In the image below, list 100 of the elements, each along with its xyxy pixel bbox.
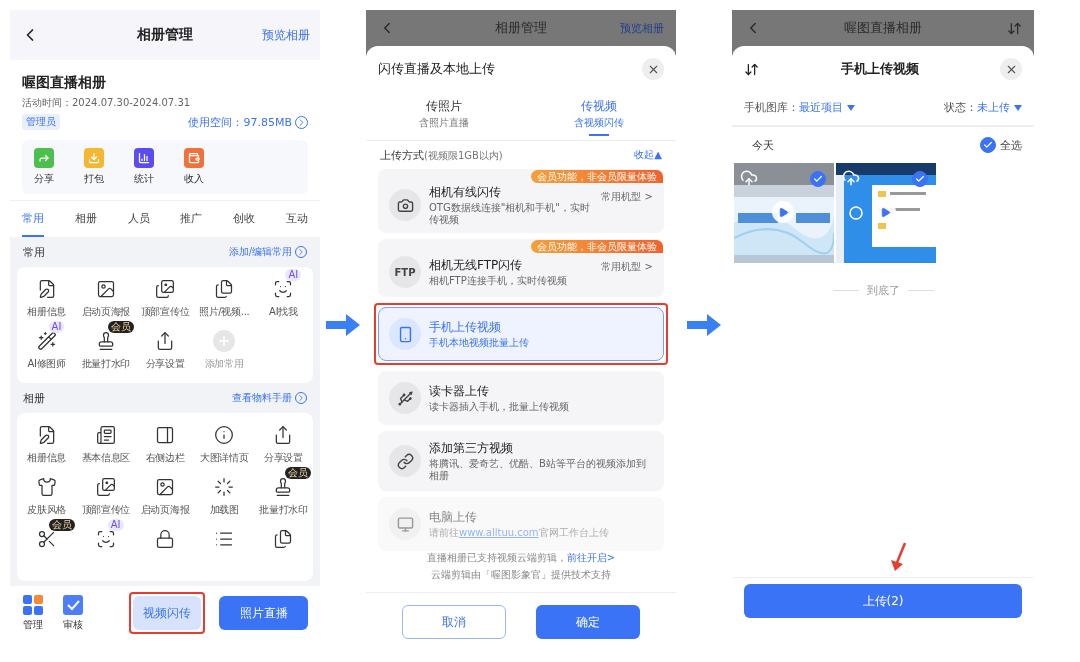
gallery-icon[interactable] bbox=[155, 279, 175, 299]
filter-dropdown[interactable]: 最近项目 bbox=[799, 100, 855, 115]
method-description: 读卡器插入手机，批量上传视频 bbox=[429, 401, 570, 413]
quick-action[interactable]: 收入 bbox=[184, 148, 204, 186]
feature-label[interactable]: 批量打水印 bbox=[259, 503, 308, 517]
cloud-edit-note: 直播相册已支持视频云端剪辑，前往开启> bbox=[426, 551, 616, 565]
files-icon[interactable] bbox=[214, 279, 235, 299]
event-time: 活动时间：2024.07.30-2024.07.31 bbox=[22, 96, 192, 110]
feature-badge: 会员 bbox=[285, 467, 312, 479]
storage-link[interactable]: 使用空间：97.85MB bbox=[188, 114, 308, 130]
upload-method[interactable]: 添加第三方视频 将腾讯、爱奇艺、优酷、B站等平台的视频添加到相册 bbox=[378, 431, 664, 491]
info-icon[interactable] bbox=[214, 425, 235, 445]
nav-item[interactable]: 审核 bbox=[58, 594, 88, 632]
section-link[interactable]: 查看物料手册 bbox=[232, 391, 307, 405]
camera-icon bbox=[396, 196, 414, 214]
quick-action[interactable]: 打包 bbox=[84, 148, 104, 186]
section-title: 上传方式(视频限1GB以内) bbox=[380, 147, 503, 163]
files-icon[interactable] bbox=[273, 529, 294, 549]
feature-badge: 会员 bbox=[48, 519, 75, 531]
member-badge: 会员功能，非会员限量体验 bbox=[531, 170, 663, 183]
face-scan-icon[interactable] bbox=[95, 529, 116, 549]
right-arrow-icon bbox=[326, 313, 360, 337]
album-name: 喔图直播相册 bbox=[22, 74, 107, 92]
upload-method[interactable]: 会员功能，非会员限量体验 FTP 相机无线FTP闪传 相机FTP连接手机，实时传视频 常用机型 > bbox=[378, 239, 664, 297]
section-title: 相册 bbox=[23, 390, 45, 406]
upload-tab[interactable]: 传照片 含照片直播 bbox=[366, 92, 521, 140]
scissors-icon[interactable] bbox=[36, 529, 57, 549]
feature-label[interactable]: 基本信息区 bbox=[81, 451, 131, 465]
feature-label[interactable]: 顶部宣传位 bbox=[140, 305, 190, 319]
poster-icon[interactable] bbox=[95, 279, 116, 299]
share-icon[interactable] bbox=[155, 331, 175, 351]
caret-icon bbox=[1014, 104, 1022, 111]
lock-icon[interactable] bbox=[155, 529, 175, 549]
method-title: 电脑上传 bbox=[429, 509, 478, 526]
models-link[interactable]: 常用机型 > bbox=[601, 260, 653, 274]
poster-icon[interactable] bbox=[155, 477, 175, 497]
close-button[interactable] bbox=[1000, 58, 1022, 80]
feature-label[interactable]: AI找我 bbox=[269, 305, 298, 319]
feature-label[interactable]: 照片/视频... bbox=[198, 305, 250, 319]
sidebar-icon[interactable] bbox=[155, 425, 175, 445]
select-all-checkbox[interactable]: 全选 bbox=[980, 137, 1022, 153]
feature-label[interactable]: 顶部宣传位 bbox=[81, 503, 131, 517]
feature-label[interactable]: 右侧边栏 bbox=[145, 451, 185, 465]
feature-label[interactable]: 相册信息 bbox=[27, 305, 66, 319]
upload-method[interactable]: 会员功能，非会员限量体验 相机有线闪传 OTG数据线连接"相机和手机"，实时传视频 常用机型 > bbox=[378, 169, 664, 233]
member-badge: 会员功能，非会员限量体验 bbox=[531, 240, 663, 253]
feature-badge: AI bbox=[285, 269, 302, 281]
enable-link[interactable]: 前往开启> bbox=[566, 552, 616, 563]
section-link[interactable]: 添加/编辑常用 bbox=[228, 245, 307, 259]
category-tab[interactable]: 人员 bbox=[127, 201, 150, 237]
sheet-title: 手机上传视频 bbox=[839, 60, 920, 78]
ftp-icon: FTP bbox=[389, 256, 421, 288]
page-title: 喔图直播相册 bbox=[844, 19, 922, 37]
close-button[interactable] bbox=[642, 58, 664, 80]
computer-icon bbox=[396, 515, 414, 533]
feature-label[interactable]: 启动页海报 bbox=[140, 503, 190, 517]
action-button[interactable]: 照片直播 bbox=[219, 596, 308, 630]
models-link[interactable]: 常用机型 > bbox=[601, 190, 653, 204]
cloud-upload-icon bbox=[740, 169, 758, 187]
category-tab[interactable]: 互动 bbox=[286, 201, 308, 237]
feature-label[interactable]: 大图详情页 bbox=[199, 451, 249, 465]
upload-button[interactable]: 上传(2) bbox=[744, 584, 1022, 618]
dialog-button[interactable]: 确定 bbox=[536, 605, 640, 639]
feature-label[interactable]: 加载图 bbox=[209, 503, 239, 517]
preview-link[interactable]: 预览相册 bbox=[262, 26, 310, 44]
check-icon bbox=[915, 174, 925, 184]
collapse-link[interactable]: 收起▲ bbox=[634, 148, 662, 162]
dialog-button[interactable]: 取消 bbox=[402, 605, 506, 639]
page-title: 相册管理 bbox=[137, 26, 193, 44]
credit-text: 云端剪辑由「喔图影象官」提供技术支持 bbox=[431, 568, 611, 582]
feature-label[interactable]: 分享设置 bbox=[145, 357, 185, 371]
feature-label[interactable]: 分享设置 bbox=[264, 451, 303, 465]
upload-method[interactable]: 手机上传视频 手机本地视频批量上传 bbox=[378, 307, 664, 361]
shirt-icon[interactable] bbox=[36, 477, 57, 497]
magic-wand-icon[interactable] bbox=[36, 331, 57, 351]
upload-tab[interactable]: 传视频 含视频闪传 bbox=[521, 92, 676, 140]
category-tab[interactable]: 推广 bbox=[180, 201, 203, 237]
feature-label[interactable]: 批量打水印 bbox=[81, 357, 131, 371]
face-scan-icon[interactable] bbox=[273, 279, 294, 299]
loading-icon[interactable] bbox=[214, 477, 235, 497]
method-title: 手机上传视频 bbox=[429, 319, 502, 336]
method-title: 相机有线闪传 bbox=[429, 184, 502, 201]
category-tab[interactable]: 创收 bbox=[233, 201, 256, 237]
feature-label[interactable]: 启动页海报 bbox=[81, 305, 131, 319]
feature-label[interactable]: AI修图师 bbox=[27, 357, 66, 371]
gallery-icon[interactable] bbox=[95, 477, 116, 497]
quick-action[interactable]: 统计 bbox=[134, 148, 154, 186]
feature-label[interactable]: 相册信息 bbox=[27, 451, 66, 465]
quick-action[interactable]: 分享 bbox=[34, 148, 54, 186]
upload-method[interactable]: 读卡器上传 读卡器插入手机，批量上传视频 bbox=[378, 371, 664, 425]
sheet-title: 闪传直播及本地上传 bbox=[378, 60, 495, 78]
category-tab[interactable]: 相册 bbox=[74, 201, 97, 237]
check-square-icon bbox=[62, 594, 84, 616]
sort-icon[interactable] bbox=[744, 61, 759, 77]
nav-item[interactable]: 管理 bbox=[18, 594, 48, 632]
section-title: 常用 bbox=[23, 244, 45, 260]
right-arrow-icon bbox=[687, 313, 721, 337]
method-title: 相机无线FTP闪传 bbox=[429, 257, 524, 274]
feature-label[interactable]: 皮肤风格 bbox=[27, 503, 66, 517]
filter-dropdown[interactable]: 未上传 bbox=[977, 100, 1022, 115]
